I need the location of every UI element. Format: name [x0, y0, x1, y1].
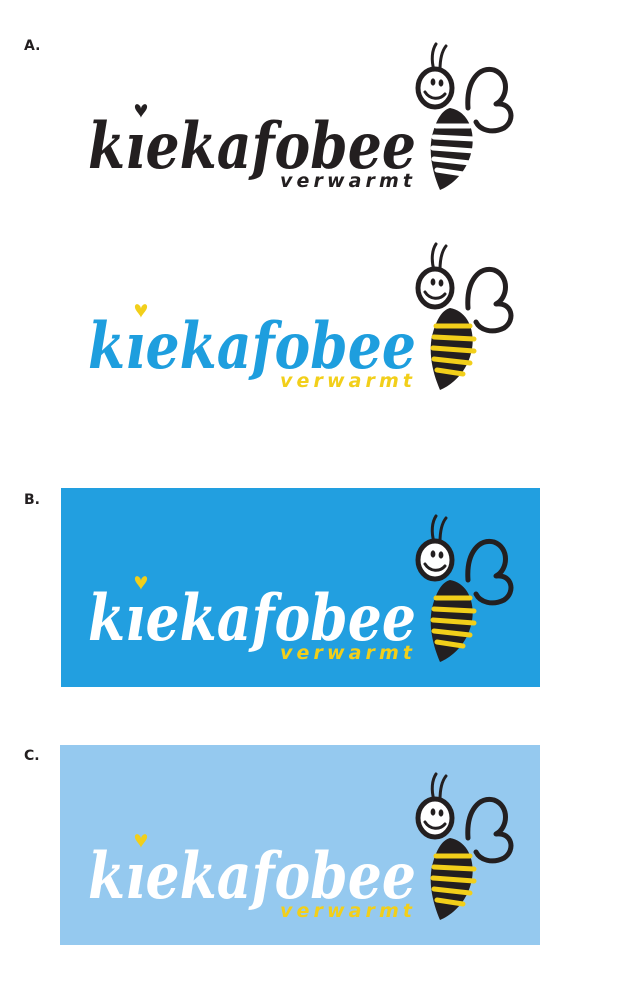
logo-a-monochrome: kıekafobee verwarmt	[88, 40, 528, 200]
logo-a-color: kıekafobee verwarmt	[88, 240, 528, 400]
section-label-c: C.	[24, 748, 40, 764]
bee-icon	[415, 772, 514, 920]
bee-icon	[415, 242, 514, 390]
section-label-b: B.	[24, 492, 40, 508]
bee-icon	[415, 42, 514, 190]
section-label-a: A.	[24, 38, 41, 54]
logo-c: kıekafobee verwarmt	[88, 770, 528, 930]
bee-icon	[415, 514, 514, 662]
logo-b: kıekafobee verwarmt	[88, 512, 528, 672]
